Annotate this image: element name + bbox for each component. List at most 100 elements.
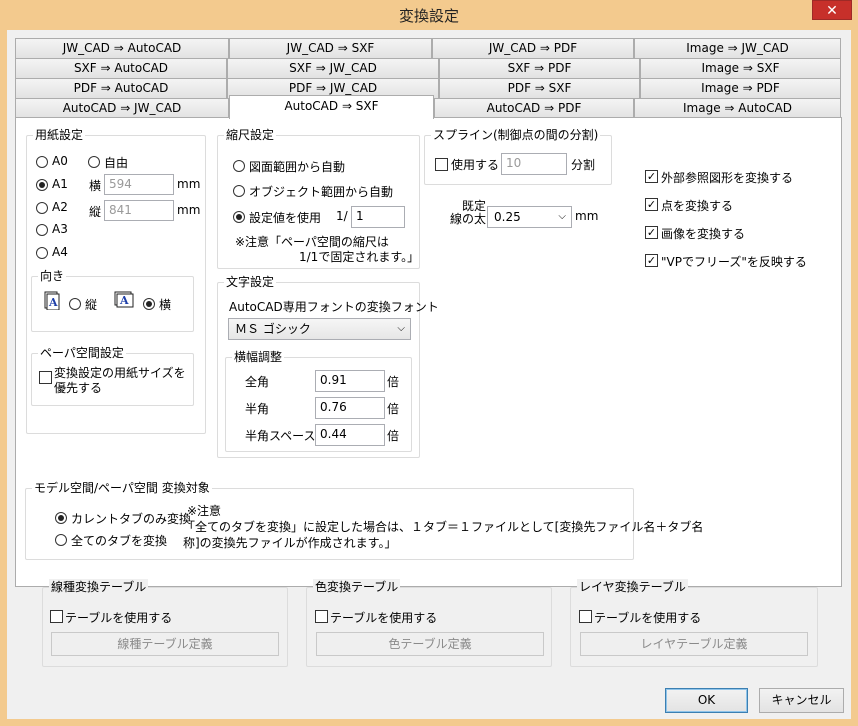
tab-panel: 用紙設定 A0 自由 A1 横 594 mm A2 縦 841 mm A3 A4… (15, 117, 842, 587)
line-width-select[interactable]: 0.25 ⌵ (487, 206, 572, 228)
tab-image-pdf[interactable]: Image ⇒ PDF (640, 78, 841, 98)
cancel-button[interactable]: キャンセル (759, 688, 844, 713)
tab-sxf-jwcad[interactable]: SXF ⇒ JW_CAD (227, 58, 439, 78)
fullwidth-label: 全角 (245, 375, 270, 389)
layer-table-title: レイヤ変換テーブル (577, 579, 688, 595)
radio-scale-object[interactable] (233, 185, 245, 197)
spline-checkbox[interactable] (435, 158, 448, 171)
color-table-checkbox-label: テーブルを使用する (330, 611, 438, 625)
tab-pdf-sxf[interactable]: PDF ⇒ SXF (439, 78, 640, 98)
tab-image-autocad[interactable]: Image ⇒ AutoCAD (634, 98, 841, 118)
title-bar: 変換設定 ✕ (0, 0, 858, 30)
tab-image-jwcad[interactable]: Image ⇒ JW_CAD (634, 38, 841, 58)
option-points-checkbox[interactable]: ✓ (645, 198, 658, 211)
radio-landscape[interactable] (143, 298, 155, 310)
halfspace-unit: 倍 (387, 429, 400, 443)
space-target-title: モデル空間/ペーパ空間 変換対象 (32, 480, 212, 496)
checkmark-icon: ✓ (646, 198, 657, 211)
scale-value-input[interactable]: 1 (351, 206, 405, 228)
radio-a3[interactable] (36, 224, 48, 236)
font-label: AutoCAD専用フォントの変換フォント (229, 300, 439, 314)
linetype-table-title: 線種変換テーブル (49, 579, 149, 595)
option-vpfreeze-checkbox[interactable]: ✓ (645, 254, 658, 267)
radio-current-tab[interactable] (55, 512, 67, 524)
tab-sxf-autocad[interactable]: SXF ⇒ AutoCAD (15, 58, 227, 78)
halfwidth-input[interactable]: 0.76 (315, 397, 385, 419)
scale-prefix: 1/ (336, 209, 348, 223)
paper-space-title: ペーパ空間設定 (38, 345, 126, 361)
option-images-checkbox[interactable]: ✓ (645, 226, 658, 239)
label-a0: A0 (52, 154, 68, 168)
width-adjust-title: 横幅調整 (232, 349, 285, 365)
halfspace-label: 半角スペース (245, 429, 316, 443)
ok-button[interactable]: OK (665, 688, 748, 713)
tab-jwcad-pdf[interactable]: JW_CAD ⇒ PDF (432, 38, 634, 58)
halfspace-input[interactable]: 0.44 (315, 424, 385, 446)
radio-a1[interactable] (36, 179, 48, 191)
radio-a4[interactable] (36, 247, 48, 259)
radio-a0[interactable] (36, 156, 48, 168)
radio-free[interactable] (88, 156, 100, 168)
svg-text:A: A (48, 296, 58, 309)
space-target-group: モデル空間/ペーパ空間 変換対象 カレントタブのみ変換 全てのタブを変換 ※注意… (25, 480, 703, 560)
layer-table-group: レイヤ変換テーブル テーブルを使用する レイヤテーブル定義 (570, 579, 818, 667)
layer-table-checkbox[interactable] (579, 610, 592, 623)
chevron-down-icon: ⌵ (558, 211, 566, 222)
radio-scale-drawing[interactable] (233, 160, 245, 172)
document-landscape-icon: A (114, 291, 134, 310)
tab-sxf-pdf[interactable]: SXF ⇒ PDF (439, 58, 640, 78)
tab-jwcad-autocad[interactable]: JW_CAD ⇒ AutoCAD (15, 38, 229, 58)
tab-autocad-jwcad[interactable]: AutoCAD ⇒ JW_CAD (15, 98, 229, 118)
paper-height-input[interactable]: 841 (104, 200, 174, 221)
checkmark-icon: ✓ (646, 170, 657, 183)
close-button[interactable]: ✕ (812, 0, 852, 20)
checkmark-icon: ✓ (646, 226, 657, 239)
radio-portrait[interactable] (69, 298, 81, 310)
font-select[interactable]: ＭＳ ゴシック ⌵ (228, 318, 411, 340)
close-icon: ✕ (826, 3, 838, 19)
radio-all-tabs[interactable] (55, 534, 67, 546)
tab-image-sxf[interactable]: Image ⇒ SXF (640, 58, 841, 78)
tab-pdf-autocad[interactable]: PDF ⇒ AutoCAD (15, 78, 227, 98)
halfwidth-label: 半角 (245, 402, 270, 416)
radio-scale-value[interactable] (233, 211, 245, 223)
fullwidth-input[interactable]: 0.91 (315, 370, 385, 392)
scale-settings-title: 縮尺設定 (224, 127, 277, 143)
space-note-title: ※注意 (187, 504, 222, 518)
color-table-checkbox[interactable] (315, 610, 328, 623)
space-note-line1: 「全てのタブを変換」に設定した場合は、１タブ＝１ファイルとして[変換先ファイル名… (183, 520, 704, 534)
radio-a2[interactable] (36, 202, 48, 214)
spline-value-input[interactable]: 10 (501, 153, 567, 175)
document-portrait-icon: A (44, 291, 60, 310)
line-width-value: 0.25 (494, 210, 521, 224)
scale-settings-group: 縮尺設定 図面範囲から自動 オブジェクト範囲から自動 設定値を使用 1/ 1 ※… (217, 127, 420, 269)
space-note-line2: 称]の変換先ファイルが作成されます。」 (183, 536, 397, 550)
tab-autocad-pdf[interactable]: AutoCAD ⇒ PDF (434, 98, 634, 118)
label-scale-object: オブジェクト範囲から自動 (249, 185, 394, 199)
checkmark-icon: ✓ (646, 254, 657, 267)
label-free: 自由 (104, 156, 129, 170)
color-table-button[interactable]: 色テーブル定義 (316, 632, 544, 656)
paper-space-checkbox[interactable] (39, 371, 52, 384)
option-xref-label: 外部参照図形を変換する (661, 171, 794, 185)
option-xref-checkbox[interactable]: ✓ (645, 170, 658, 183)
linetype-table-button[interactable]: 線種テーブル定義 (51, 632, 279, 656)
label-all-tabs: 全てのタブを変換 (71, 534, 168, 548)
svg-text:A: A (119, 294, 129, 307)
height-label: 縦 (89, 205, 102, 219)
label-current-tab: カレントタブのみ変換 (71, 512, 192, 526)
linetype-table-checkbox[interactable] (50, 610, 63, 623)
dialog-client: JW_CAD ⇒ AutoCAD JW_CAD ⇒ SXF JW_CAD ⇒ P… (7, 30, 851, 719)
paper-space-group: ペーパ空間設定 変換設定の用紙サイズを優先する (31, 345, 194, 406)
color-table-group: 色変換テーブル テーブルを使用する 色テーブル定義 (306, 579, 552, 667)
paper-width-input[interactable]: 594 (104, 174, 174, 195)
fullwidth-unit: 倍 (387, 375, 400, 389)
layer-table-button[interactable]: レイヤテーブル定義 (580, 632, 808, 656)
height-unit: mm (177, 203, 201, 217)
label-a3: A3 (52, 222, 68, 236)
spline-unit: 分割 (571, 158, 596, 172)
tab-jwcad-sxf[interactable]: JW_CAD ⇒ SXF (229, 38, 432, 58)
tab-autocad-sxf[interactable]: AutoCAD ⇒ SXF (229, 95, 434, 119)
label-scale-drawing: 図面範囲から自動 (249, 160, 346, 174)
text-settings-title: 文字設定 (224, 274, 277, 290)
